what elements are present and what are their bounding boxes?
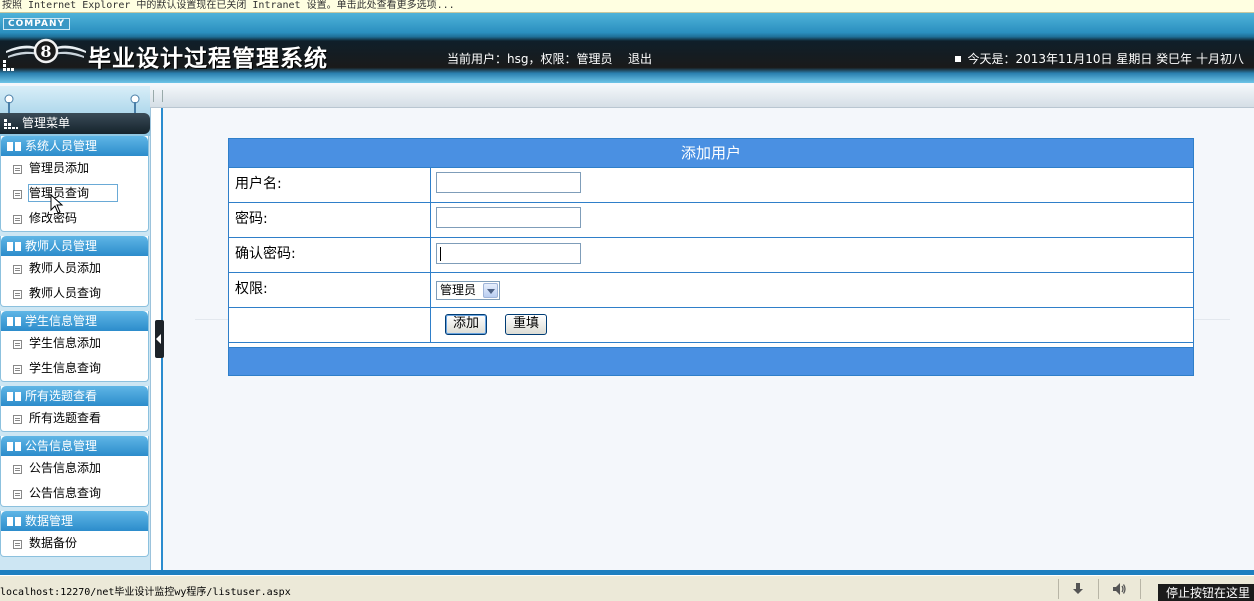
book-icon — [7, 242, 21, 251]
form-title: 添加用户 — [229, 139, 1193, 168]
sidebar-item-data-backup[interactable]: 数据备份 — [1, 531, 148, 556]
sidebar-item-notice-add[interactable]: 公告信息添加 — [1, 456, 148, 481]
book-icon — [7, 317, 21, 326]
sidebar-item-topics-view[interactable]: 所有选题查看 — [1, 406, 148, 431]
sidebar-group-header[interactable]: 学生信息管理 — [1, 311, 148, 331]
role-selected-value: 管理员 — [440, 283, 477, 297]
page-icon — [13, 215, 22, 224]
page-icon — [13, 540, 22, 549]
form-footer-bar — [229, 347, 1193, 375]
sidebar-group-system-users: 系统人员管理 管理员添加 管理员查询 修改密码 — [0, 136, 149, 232]
page-icon — [13, 415, 22, 424]
add-button[interactable]: 添加 — [445, 314, 488, 335]
username-label: 用户名: — [229, 168, 431, 202]
sidebar-group-topics: 所有选题查看 所有选题查看 — [0, 386, 149, 432]
confirm-password-row: 确认密码: — [229, 238, 1193, 273]
book-icon — [7, 392, 21, 401]
page-icon — [13, 490, 22, 499]
date-display: 今天是：2013年11月10日 星期日 癸巳年 十月初八 — [955, 50, 1244, 67]
sidebar-group-students: 学生信息管理 学生信息添加 学生信息查询 — [0, 311, 149, 382]
company-label: COMPANY — [3, 18, 70, 30]
username-input[interactable] — [436, 172, 581, 193]
sidebar-group-header[interactable]: 所有选题查看 — [1, 386, 148, 406]
sidebar-group-notices: 公告信息管理 公告信息添加 公告信息查询 — [0, 436, 149, 507]
role-row: 权限: 管理员 — [229, 273, 1193, 308]
collapse-sidebar-button[interactable] — [155, 320, 164, 358]
sidebar-item-change-password[interactable]: 修改密码 — [1, 206, 148, 231]
page-icon — [13, 165, 22, 174]
info-bar-text: 按照 Internet Explorer 中的默认设置现在已关闭 Intrane… — [2, 0, 455, 11]
sidebar-item-notice-query[interactable]: 公告信息查询 — [1, 481, 148, 506]
browser-status-bar: localhost:12270/net毕业设计监控wy程序/listuser.a… — [0, 575, 1254, 601]
chevron-down-icon — [483, 283, 498, 298]
username-row: 用户名: — [229, 168, 1193, 203]
menu-grid-icon — [4, 119, 18, 129]
menu-title-label: 管理菜单 — [22, 116, 71, 130]
stop-button-tooltip: 停止按钮在这里 — [1158, 584, 1254, 601]
book-icon — [7, 442, 21, 451]
app-header: COMPANY 8 毕业设计过程管理系统 当前用户：hsg，权限：管理员 退出 … — [0, 13, 1254, 83]
winged-logo-icon: 8 — [6, 38, 86, 64]
page-icon — [13, 340, 22, 349]
ie-info-bar[interactable]: 按照 Internet Explorer 中的默认设置现在已关闭 Intrane… — [0, 0, 1254, 13]
sidebar-header: 管理菜单 — [0, 86, 150, 136]
role-select[interactable]: 管理员 — [436, 281, 500, 300]
strip-handle-icon — [153, 90, 163, 102]
page-icon — [13, 190, 22, 199]
confirm-password-label: 确认密码: — [229, 238, 431, 272]
square-bullet-icon — [955, 55, 962, 62]
speaker-icon[interactable] — [1111, 581, 1127, 597]
add-user-form: 添加用户 用户名: 密码: 确认密码: 权限: 管理员 添加 重填 — [228, 138, 1194, 376]
page-icon — [13, 465, 22, 474]
sidebar-group-header[interactable]: 系统人员管理 — [1, 136, 148, 156]
page-icon — [13, 365, 22, 374]
logout-link[interactable]: 退出 — [628, 50, 652, 67]
password-label: 密码: — [229, 203, 431, 237]
status-url: localhost:12270/net毕业设计监控wy程序/listuser.a… — [0, 587, 291, 598]
download-icon[interactable] — [1070, 581, 1086, 597]
sidebar-group-teachers: 教师人员管理 教师人员添加 教师人员查询 — [0, 236, 149, 307]
sidebar-item-admin-query[interactable]: 管理员查询 — [1, 181, 148, 206]
current-user-info: 当前用户：hsg，权限：管理员 — [447, 52, 613, 66]
sidebar-item-student-add[interactable]: 学生信息添加 — [1, 331, 148, 356]
sidebar-item-admin-add[interactable]: 管理员添加 — [1, 156, 148, 181]
content-toolbar-strip — [150, 86, 1254, 108]
role-label: 权限: — [229, 273, 431, 307]
sidebar-item-teacher-add[interactable]: 教师人员添加 — [1, 256, 148, 281]
system-title: 毕业设计过程管理系统 — [88, 45, 328, 72]
sidebar: 管理菜单 系统人员管理 管理员添加 管理员查询 修改密码 教师人员管理 教师人员… — [0, 86, 150, 570]
grip-icon — [3, 60, 14, 71]
sidebar-item-teacher-query[interactable]: 教师人员查询 — [1, 281, 148, 306]
menu-title: 管理菜单 — [0, 113, 150, 134]
sidebar-item-student-query[interactable]: 学生信息查询 — [1, 356, 148, 381]
date-text: 今天是：2013年11月10日 星期日 癸巳年 十月初八 — [967, 52, 1244, 66]
mouse-cursor-icon — [50, 194, 64, 214]
password-input[interactable] — [436, 207, 581, 228]
page-icon — [13, 265, 22, 274]
actions-row: 添加 重填 — [229, 308, 1193, 343]
book-icon — [7, 142, 21, 151]
sidebar-group-header[interactable]: 教师人员管理 — [1, 236, 148, 256]
password-row: 密码: — [229, 203, 1193, 238]
book-icon — [7, 517, 21, 526]
reset-button[interactable]: 重填 — [505, 314, 548, 335]
page-icon — [13, 290, 22, 299]
sidebar-group-header[interactable]: 数据管理 — [1, 511, 148, 531]
sidebar-group-header[interactable]: 公告信息管理 — [1, 436, 148, 456]
confirm-password-input[interactable] — [436, 243, 581, 264]
svg-text:8: 8 — [40, 42, 51, 61]
sidebar-group-data: 数据管理 数据备份 — [0, 511, 149, 557]
